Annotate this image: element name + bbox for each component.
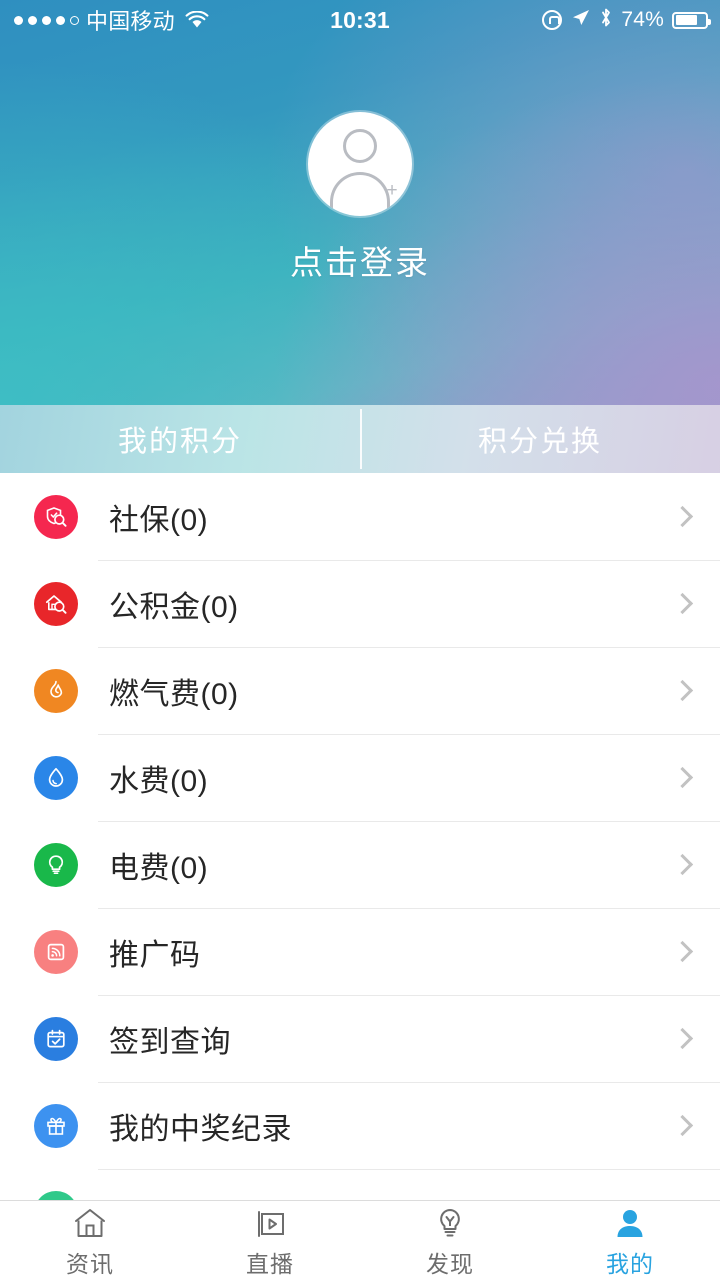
chevron-right-icon bbox=[672, 1114, 693, 1135]
chevron-right-icon bbox=[672, 940, 693, 961]
profile-header: 中国移动 10:31 74% bbox=[0, 0, 720, 405]
shield-search-icon bbox=[34, 495, 78, 539]
water-drop-icon bbox=[34, 756, 78, 800]
star-favorite-icon bbox=[34, 1191, 78, 1201]
list-item-water-fee[interactable]: 水费(0) bbox=[0, 734, 720, 821]
tab-live-label: 直播 bbox=[246, 1245, 294, 1279]
status-bar: 中国移动 10:31 74% bbox=[0, 0, 720, 40]
points-segment-control: 我的积分 积分兑换 bbox=[0, 405, 720, 473]
list-item-housing-fund[interactable]: 公积金(0) bbox=[0, 560, 720, 647]
add-badge-icon: + bbox=[384, 183, 400, 199]
tab-news[interactable]: 资讯 bbox=[0, 1201, 180, 1280]
list-item-label: 社保(0) bbox=[109, 495, 208, 539]
lightbulb-icon bbox=[34, 843, 78, 887]
list-item-checkin-query[interactable]: 签到查询 bbox=[0, 995, 720, 1082]
battery-icon bbox=[672, 12, 708, 29]
status-bar-right: 74% bbox=[542, 0, 708, 40]
list-item-social-security[interactable]: 社保(0) bbox=[0, 473, 720, 560]
tab-discover[interactable]: 发现 bbox=[360, 1201, 540, 1280]
list-item-label: 水费(0) bbox=[109, 756, 208, 800]
video-play-icon bbox=[253, 1203, 287, 1239]
list-item-gas-fee[interactable]: 燃气费(0) bbox=[0, 647, 720, 734]
chevron-right-icon bbox=[672, 679, 693, 700]
list-item-promo-code[interactable]: 推广码 bbox=[0, 908, 720, 995]
segment-my-points-label: 我的积分 bbox=[118, 418, 242, 460]
tab-live[interactable]: 直播 bbox=[180, 1201, 360, 1280]
menu-list[interactable]: 社保(0) 公积金(0) 燃气费(0) bbox=[0, 473, 720, 1200]
rotation-lock-icon bbox=[542, 10, 562, 30]
segment-my-points[interactable]: 我的积分 bbox=[0, 405, 360, 473]
chevron-right-icon bbox=[672, 853, 693, 874]
tab-mine[interactable]: 我的 bbox=[540, 1201, 720, 1280]
house-search-icon bbox=[34, 582, 78, 626]
list-item-prize-records[interactable]: 我的中奖纪录 bbox=[0, 1082, 720, 1169]
location-arrow-icon bbox=[570, 7, 591, 34]
list-item-my-favorites[interactable]: 我的收藏 bbox=[0, 1169, 720, 1200]
chevron-right-icon bbox=[672, 1027, 693, 1048]
lightbulb-icon bbox=[433, 1203, 467, 1239]
battery-percent-label: 74% bbox=[621, 8, 664, 32]
flame-icon bbox=[34, 669, 78, 713]
tab-mine-label: 我的 bbox=[606, 1245, 654, 1279]
bluetooth-icon bbox=[599, 7, 613, 34]
tab-discover-label: 发现 bbox=[426, 1245, 474, 1279]
list-item-electricity-fee[interactable]: 电费(0) bbox=[0, 821, 720, 908]
list-item-label: 电费(0) bbox=[109, 843, 208, 887]
chevron-right-icon bbox=[672, 505, 693, 526]
person-icon bbox=[613, 1203, 647, 1239]
home-icon bbox=[73, 1203, 107, 1239]
list-item-label: 推广码 bbox=[109, 930, 201, 974]
list-item-label: 公积金(0) bbox=[109, 582, 239, 626]
list-item-label: 签到查询 bbox=[109, 1017, 231, 1061]
segment-points-exchange-label: 积分兑换 bbox=[478, 418, 602, 460]
default-avatar-add-icon[interactable]: + bbox=[308, 112, 412, 216]
list-item-label: 我的收藏 bbox=[109, 1191, 231, 1201]
chevron-right-icon bbox=[672, 766, 693, 787]
signal-code-icon bbox=[34, 930, 78, 974]
tab-news-label: 资讯 bbox=[66, 1245, 114, 1279]
login-label[interactable]: 点击登录 bbox=[290, 236, 430, 284]
list-item-label: 燃气费(0) bbox=[109, 669, 239, 713]
calendar-check-icon bbox=[34, 1017, 78, 1061]
bottom-tab-bar: 资讯 直播 发现 bbox=[0, 1200, 720, 1280]
gift-box-icon bbox=[34, 1104, 78, 1148]
segment-points-exchange[interactable]: 积分兑换 bbox=[360, 405, 720, 473]
list-item-label: 我的中奖纪录 bbox=[109, 1104, 292, 1148]
chevron-right-icon bbox=[672, 592, 693, 613]
login-area[interactable]: + 点击登录 bbox=[0, 112, 720, 284]
